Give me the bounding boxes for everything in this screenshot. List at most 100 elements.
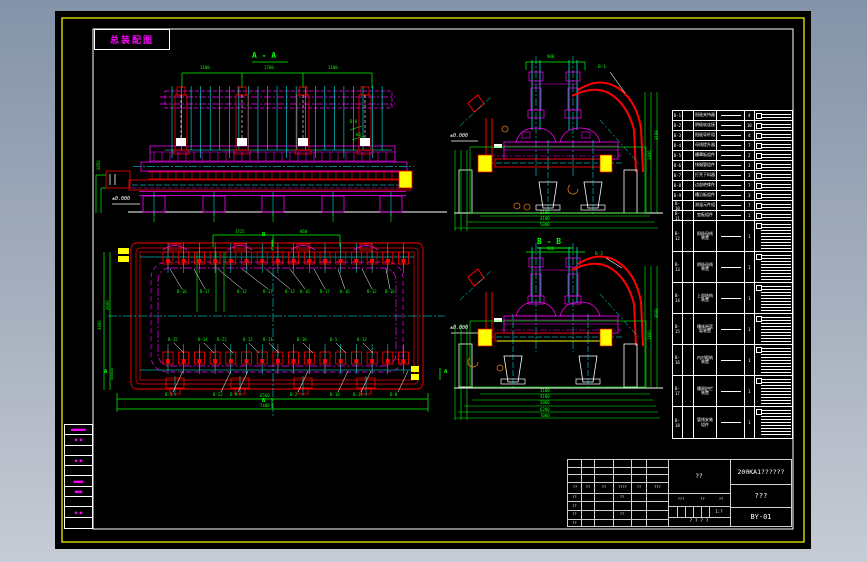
part-label: B-16	[340, 289, 350, 294]
cut-mark-a-left: A	[104, 369, 108, 375]
title-header-cell: ??	[572, 484, 578, 489]
title-mid-cell: ??	[718, 497, 724, 502]
bom-code-cell: B-7	[673, 171, 683, 180]
dimension-text: 1100	[328, 65, 338, 70]
desktop-background: { "window": { "background_top": "#8493a8…	[0, 0, 867, 562]
bom-blank-cell	[683, 171, 694, 180]
cut-mark-a-right: A	[444, 369, 448, 375]
part-label: B-5	[330, 337, 338, 342]
bom-qty-cell: 7	[745, 201, 755, 210]
cut-mark-b-top: B	[262, 232, 266, 238]
bom-spec-cell	[717, 252, 745, 282]
bom-qty-cell: 1	[745, 314, 755, 344]
bom-qty-cell: 4	[745, 131, 755, 140]
title-left-cell: ??	[572, 503, 577, 508]
revision-row: ■■■■■■	[65, 425, 92, 436]
bom-row: B-4 母线提升器 7	[673, 141, 792, 151]
title-block-line	[709, 507, 710, 517]
bom-code-cell: B-9	[673, 191, 683, 200]
bom-code-cell: B-2	[673, 121, 683, 130]
part-label: B-17	[263, 289, 273, 294]
bom-blank-cell	[683, 131, 694, 140]
bom-qty-cell: 10	[745, 121, 755, 130]
title-block-line	[731, 507, 791, 508]
bom-remarks-cell	[755, 171, 792, 180]
bom-name-cell: 管线安装 组件	[694, 407, 718, 438]
dimension-text: 7000	[540, 413, 550, 418]
dimension-text: 3100	[654, 130, 659, 140]
part-label: B-16	[300, 289, 310, 294]
dimension-text: 6200	[540, 407, 550, 412]
title-block-line	[568, 467, 668, 468]
part-label: B-22	[213, 392, 223, 397]
bom-remarks-cell	[755, 201, 792, 210]
title-header-cell: ??	[585, 484, 591, 489]
bom-code-cell: B-17	[673, 376, 683, 406]
bom-row: B-18 管线安装 组件 1	[673, 407, 792, 438]
dimension-text: 1760	[264, 65, 274, 70]
bom-remarks-cell	[755, 191, 792, 200]
dimension-text: 7400	[260, 403, 270, 408]
dimension-text: 2400	[647, 150, 652, 160]
part-label: B-8	[390, 392, 398, 397]
bom-row: B-15 槽体摇篮 架装置 1	[673, 314, 792, 345]
bom-spec-cell	[717, 181, 745, 190]
bom-qty-cell: 3	[745, 161, 755, 170]
bom-row: B-2 阴极软连接 10	[673, 121, 792, 131]
bom-remarks-cell	[755, 121, 792, 130]
bom-blank-cell	[683, 314, 694, 344]
bom-name-cell: 阳极母线 装置	[694, 221, 718, 251]
dimension-text: B-6	[350, 119, 358, 124]
drawing-title-box: 总装配图	[94, 29, 170, 50]
bom-name-cell: 阴极母线 装置	[694, 252, 718, 282]
revision-row	[65, 518, 92, 528]
title-block-line	[677, 507, 678, 517]
elevation-mark-aa: ±0.000	[112, 196, 131, 202]
bom-row: B-3 阳极导杆组 4	[673, 131, 792, 141]
dimension-text: 900	[547, 246, 555, 251]
bom-spec-cell	[717, 191, 745, 200]
dimension-text: 5000	[540, 400, 550, 405]
title-center-mark: ??	[695, 472, 703, 480]
title-bottom-note: ? ? ? ?	[689, 519, 709, 525]
bom-name-cell: 阳极夹持器	[694, 111, 718, 120]
dimension-text: 60	[356, 132, 361, 137]
part-label: B-11	[263, 337, 273, 342]
bom-remarks-cell	[755, 345, 792, 375]
bom-code-cell: B-4	[673, 141, 683, 150]
elevation-mark-bb: ±0.000	[450, 325, 469, 331]
title-mid-cell: ??	[700, 497, 705, 502]
bom-spec-cell	[717, 407, 745, 438]
part-label: B-3	[165, 392, 173, 397]
dimension-text: 3100	[540, 388, 550, 393]
bom-spec-cell	[717, 111, 745, 120]
title-header-cell: ??	[636, 484, 642, 489]
bom-qty-cell: 2	[745, 151, 755, 160]
revision-row	[65, 497, 92, 508]
bom-row: B-8 边部绝缘件 7	[673, 181, 792, 191]
part-label: B-12	[243, 337, 253, 342]
bom-code-cell: B-15	[673, 314, 683, 344]
dimension-text: 3100	[540, 210, 550, 215]
bom-row: B-13 阴极母线 装置 1	[673, 252, 792, 283]
pipe-part-label-bb: B-2	[595, 252, 604, 257]
title-block: ?? 200KA1?????? ??? BY-01 1:? ? ? ? ? ??…	[567, 459, 792, 527]
bom-name-cell: 阴极软连接	[694, 121, 718, 130]
bom-name-cell: 槽体摇篮 架装置	[694, 314, 718, 344]
bom-blank-cell	[683, 121, 694, 130]
bom-remarks-cell	[755, 131, 792, 140]
bom-blank-cell	[683, 201, 694, 210]
bom-code-cell: B-14	[673, 283, 683, 313]
section-a-label: A - A	[252, 51, 277, 60]
bom-remarks-cell	[755, 181, 792, 190]
bom-blank-cell	[683, 283, 694, 313]
bom-name-cell: 测温元件组	[694, 201, 718, 210]
bom-remarks-cell	[755, 161, 792, 170]
bom-name-cell: 母线提升器	[694, 141, 718, 150]
part-label: B-12	[237, 289, 247, 294]
dimension-text: 4100	[540, 216, 550, 221]
bom-remarks-cell	[755, 221, 792, 251]
bom-qty-cell: 3	[745, 171, 755, 180]
bom-name-cell: 阳极导杆组	[694, 131, 718, 140]
bom-blank-cell	[683, 345, 694, 375]
